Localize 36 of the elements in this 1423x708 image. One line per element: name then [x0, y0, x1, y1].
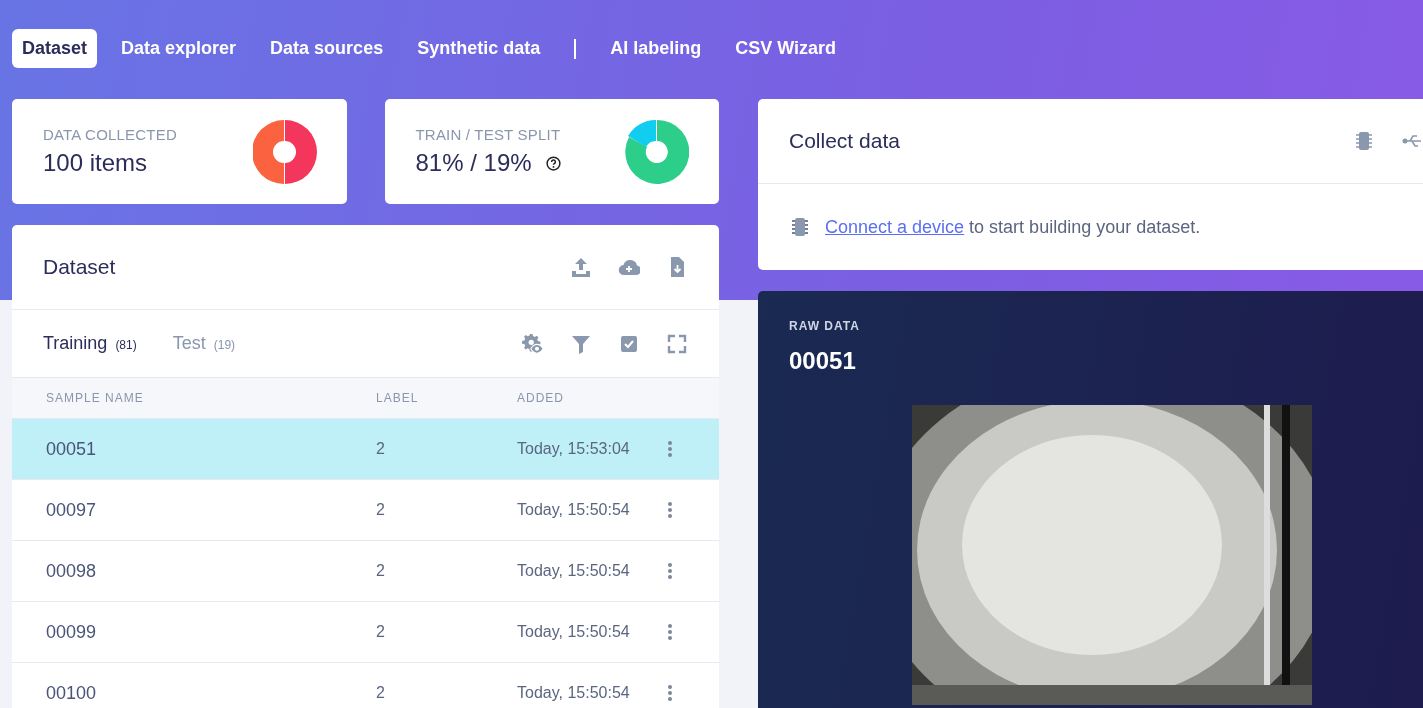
table-cell: Today, 15:53:04	[517, 418, 667, 480]
connect-message: Connect a device to start building your dataset.	[825, 216, 1201, 238]
nav-tab[interactable]: Dataset	[12, 29, 98, 68]
nav-tab[interactable]: Data explorer	[111, 29, 247, 68]
table-cell: 2	[376, 418, 517, 480]
table-cell: 2	[376, 662, 517, 708]
table-cell: 00097	[12, 479, 376, 541]
column-header: ADDED	[517, 377, 667, 419]
column-header: LABEL	[376, 377, 517, 419]
table-cell: 00098	[12, 540, 376, 602]
table-cell: 00100	[12, 662, 376, 708]
stat-title: TRAIN / TEST SPLIT	[415, 126, 561, 143]
raw-data-caption: RAW DATA	[789, 319, 861, 333]
nav-tab[interactable]: CSV Wizard	[725, 29, 847, 68]
sample-tab[interactable]: Training (81)	[43, 333, 137, 354]
stat-value: 100 items	[43, 149, 148, 177]
column-header: SAMPLE NAME	[12, 377, 376, 419]
table-cell: 2	[376, 479, 517, 541]
sample-id: 00051	[789, 347, 857, 375]
table-cell: 2	[376, 601, 517, 663]
nav-tab[interactable]: Synthetic data	[407, 29, 551, 68]
table-cell: Today, 15:50:54	[517, 479, 667, 541]
table-cell: 00051	[12, 418, 376, 480]
table-cell: Today, 15:50:54	[517, 601, 667, 663]
card-title: Collect data	[789, 129, 900, 153]
stat-title: DATA COLLECTED	[43, 126, 177, 143]
table-cell: 2	[376, 540, 517, 602]
nav-tab[interactable]: AI labeling	[600, 29, 712, 68]
nav-tab[interactable]: Data sources	[260, 29, 394, 68]
stat-value: 81% / 19%	[415, 149, 532, 177]
table-cell: Today, 15:50:54	[517, 540, 667, 602]
table-cell: Today, 15:50:54	[517, 662, 667, 708]
connect-device-link[interactable]: Connect a device	[825, 216, 965, 237]
table-cell: 00099	[12, 601, 376, 663]
card-title: Dataset	[43, 255, 116, 279]
sample-tab[interactable]: Test (19)	[172, 333, 236, 354]
